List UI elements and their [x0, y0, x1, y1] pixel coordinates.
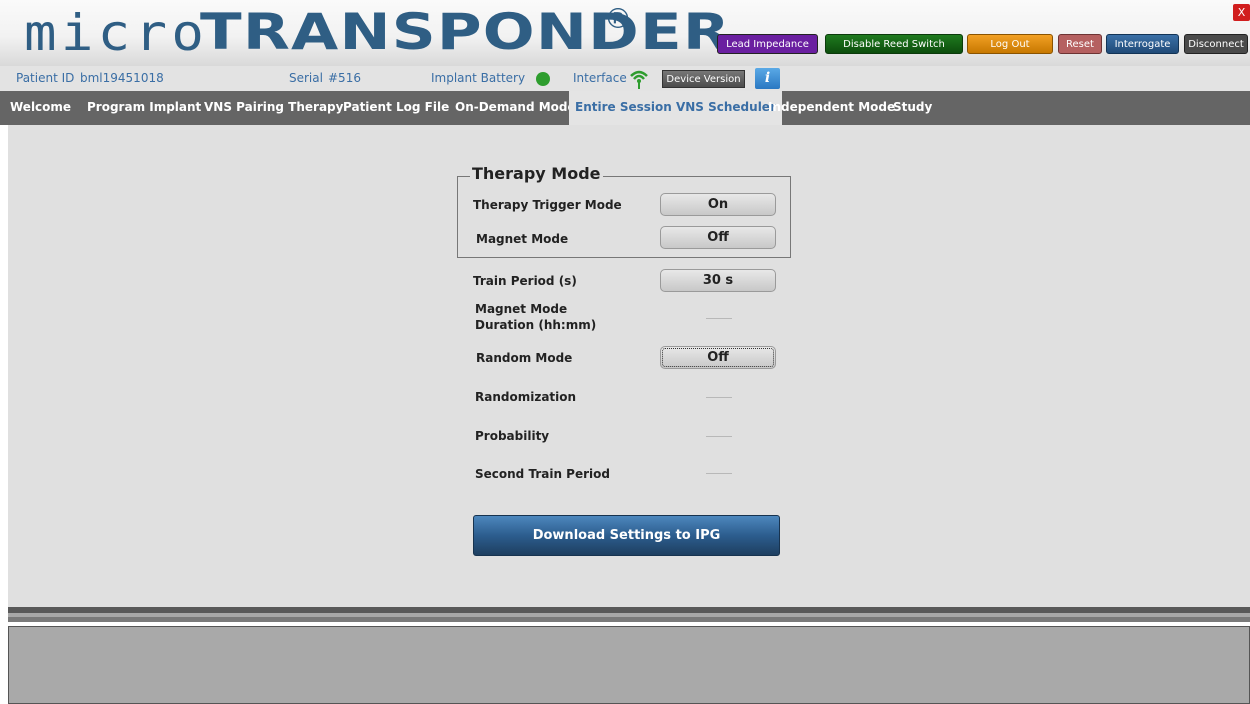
close-icon[interactable]: X [1233, 4, 1250, 21]
disconnect-button[interactable]: Disconnect [1184, 34, 1248, 54]
therapy-mode-legend: Therapy Mode [470, 164, 603, 183]
tab-on-demand-mode[interactable]: On-Demand Mode [455, 91, 576, 125]
probability-empty-value [706, 436, 732, 437]
tab-study[interactable]: Study [893, 91, 932, 125]
main-nav: Welcome Program Implant VNS Pairing Ther… [0, 91, 1250, 125]
therapy-trigger-mode-toggle[interactable]: On [660, 193, 776, 216]
logo-text-micro: micro [24, 4, 209, 62]
lead-impedance-button[interactable]: Lead Impedance [717, 34, 818, 54]
patient-id-label: Patient ID [16, 71, 75, 85]
info-icon[interactable]: i [755, 68, 780, 89]
logo-text-transponder: TRANSPONDER [200, 3, 732, 61]
random-mode-label: Random Mode [476, 351, 573, 365]
train-period-selector[interactable]: 30 s [660, 269, 776, 292]
device-version-button[interactable]: Device Version [662, 70, 745, 88]
tab-vns-pairing-therapy[interactable]: VNS Pairing Therapy [204, 91, 343, 125]
second-train-period-empty-value [706, 473, 732, 474]
tab-patient-log-file[interactable]: Patient Log File [343, 91, 449, 125]
interrogate-button[interactable]: Interrogate [1106, 34, 1179, 54]
probability-label: Probability [475, 429, 550, 443]
reset-button[interactable]: Reset [1058, 34, 1102, 54]
download-settings-button[interactable]: Download Settings to IPG [473, 515, 780, 556]
tab-welcome[interactable]: Welcome [10, 91, 71, 125]
serial-label: Serial [289, 71, 323, 85]
wifi-signal-icon [629, 68, 649, 93]
patient-info-bar: Patient ID bml19451018 Serial #516 Impla… [0, 66, 1250, 91]
magnet-mode-toggle[interactable]: Off [660, 226, 776, 249]
app-header: micro TRANSPONDER ® Lead Impedance Disab… [0, 0, 1250, 66]
interface-label: Interface [573, 71, 627, 85]
tab-independent-mode[interactable]: Independent Mode [768, 91, 895, 125]
magnet-mode-duration-label-line2: Duration (hh:mm) [475, 318, 597, 332]
randomization-empty-value [706, 397, 732, 398]
serial-value: #516 [328, 71, 361, 85]
logo-registered-mark: ® [604, 2, 632, 35]
implant-battery-label: Implant Battery [431, 71, 526, 85]
magnet-mode-duration-label-line1: Magnet Mode [475, 302, 568, 316]
tab-entire-session-vns-scheduler[interactable]: Entire Session VNS Scheduler [569, 91, 782, 125]
divider [8, 617, 1250, 622]
bottom-status-panel [8, 626, 1250, 704]
patient-id-value: bml19451018 [80, 71, 164, 85]
therapy-trigger-mode-label: Therapy Trigger Mode [473, 198, 622, 212]
randomization-label: Randomization [475, 390, 577, 404]
log-out-button[interactable]: Log Out [967, 34, 1053, 54]
random-mode-toggle[interactable]: Off [660, 346, 776, 369]
tab-program-implant[interactable]: Program Implant [87, 91, 201, 125]
disable-reed-switch-button[interactable]: Disable Reed Switch [825, 34, 963, 54]
magnet-mode-duration-empty-value [706, 318, 732, 319]
battery-status-indicator [536, 72, 550, 86]
train-period-label: Train Period (s) [473, 274, 577, 288]
magnet-mode-label: Magnet Mode [476, 232, 569, 246]
second-train-period-label: Second Train Period [475, 467, 610, 481]
